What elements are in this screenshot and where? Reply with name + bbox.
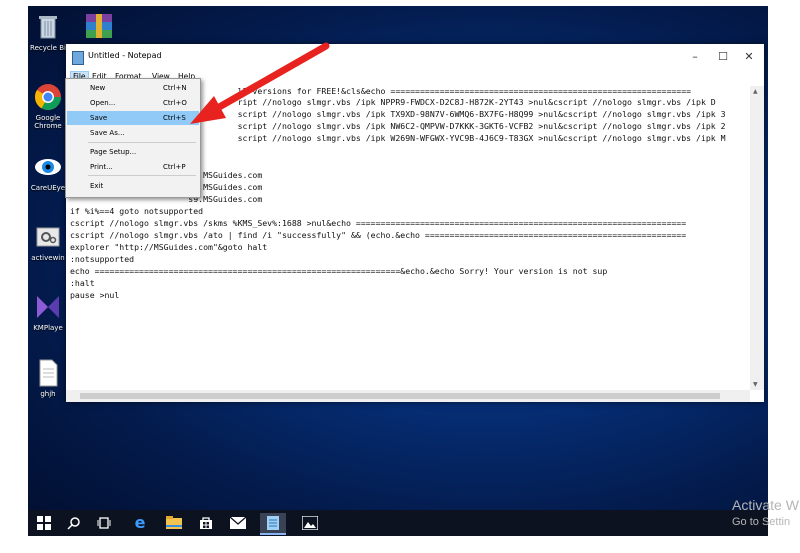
activation-watermark: Activate W xyxy=(732,497,799,513)
edge-icon[interactable]: e xyxy=(130,513,150,533)
text-line: :notsupported xyxy=(70,254,135,264)
file-menu-dropdown: New Ctrl+N Open... Ctrl+O Save Ctrl+S Sa… xyxy=(65,78,201,198)
mail-icon[interactable] xyxy=(228,513,248,533)
text-line: :halt xyxy=(70,278,95,288)
menu-item-exit[interactable]: Exit xyxy=(67,179,199,193)
menu-item-save[interactable]: Save Ctrl+S xyxy=(67,111,199,125)
menu-item-open[interactable]: Open... Ctrl+O xyxy=(67,96,199,110)
notepad-taskbar-icon[interactable] xyxy=(260,513,286,535)
chrome-icon xyxy=(33,82,63,112)
text-line: echo ===================================… xyxy=(70,266,608,276)
menu-separator xyxy=(88,142,196,143)
file-explorer-icon[interactable] xyxy=(164,513,184,533)
photos-icon[interactable] xyxy=(300,513,320,533)
menu-item-save-as[interactable]: Save As... xyxy=(67,126,199,140)
kmplayer-icon xyxy=(33,292,63,322)
scroll-up-icon[interactable]: ▲ xyxy=(753,88,758,95)
taskbar: e xyxy=(28,510,768,536)
minimize-button[interactable]: – xyxy=(682,48,708,66)
notepad-icon xyxy=(72,51,84,65)
text-line: if %i%==4 goto notsupported xyxy=(70,206,204,216)
horizontal-scrollbar[interactable] xyxy=(66,390,750,402)
eye-icon xyxy=(33,152,63,182)
activation-watermark-subtext: Go to Settin xyxy=(732,516,791,528)
close-button[interactable]: ✕ xyxy=(736,48,762,66)
task-view-icon[interactable] xyxy=(94,513,114,533)
vertical-scrollbar[interactable]: ▲ ▼ xyxy=(750,86,764,390)
store-icon[interactable] xyxy=(196,513,216,533)
gear-icon xyxy=(33,222,63,252)
text-line: pause >nul xyxy=(70,290,120,300)
text-file-icon xyxy=(33,358,63,388)
menu-item-page-setup[interactable]: Page Setup... xyxy=(67,145,199,159)
menu-item-new[interactable]: New Ctrl+N xyxy=(67,81,199,95)
menu-item-print[interactable]: Print... Ctrl+P xyxy=(67,160,199,174)
winrar-archive-icon[interactable] xyxy=(84,12,114,42)
search-icon[interactable] xyxy=(64,513,84,533)
windows-start-icon[interactable] xyxy=(34,513,54,533)
text-line: cscript //nologo slmgr.vbs /ato | find /… xyxy=(70,230,687,240)
text-line: explorer "http://MSGuides.com"&goto halt xyxy=(70,242,268,252)
window-title: Untitled - Notepad xyxy=(88,51,162,60)
maximize-button[interactable]: ☐ xyxy=(710,48,736,66)
title-bar[interactable]: Untitled - Notepad – ☐ ✕ xyxy=(66,44,764,70)
scroll-down-icon[interactable]: ▼ xyxy=(753,381,758,388)
text-line: cscript //nologo slmgr.vbs /skms %KMS_Se… xyxy=(70,218,687,228)
horizontal-scroll-thumb[interactable] xyxy=(80,393,720,399)
menu-separator xyxy=(88,175,196,176)
recycle-bin-icon xyxy=(33,12,63,42)
